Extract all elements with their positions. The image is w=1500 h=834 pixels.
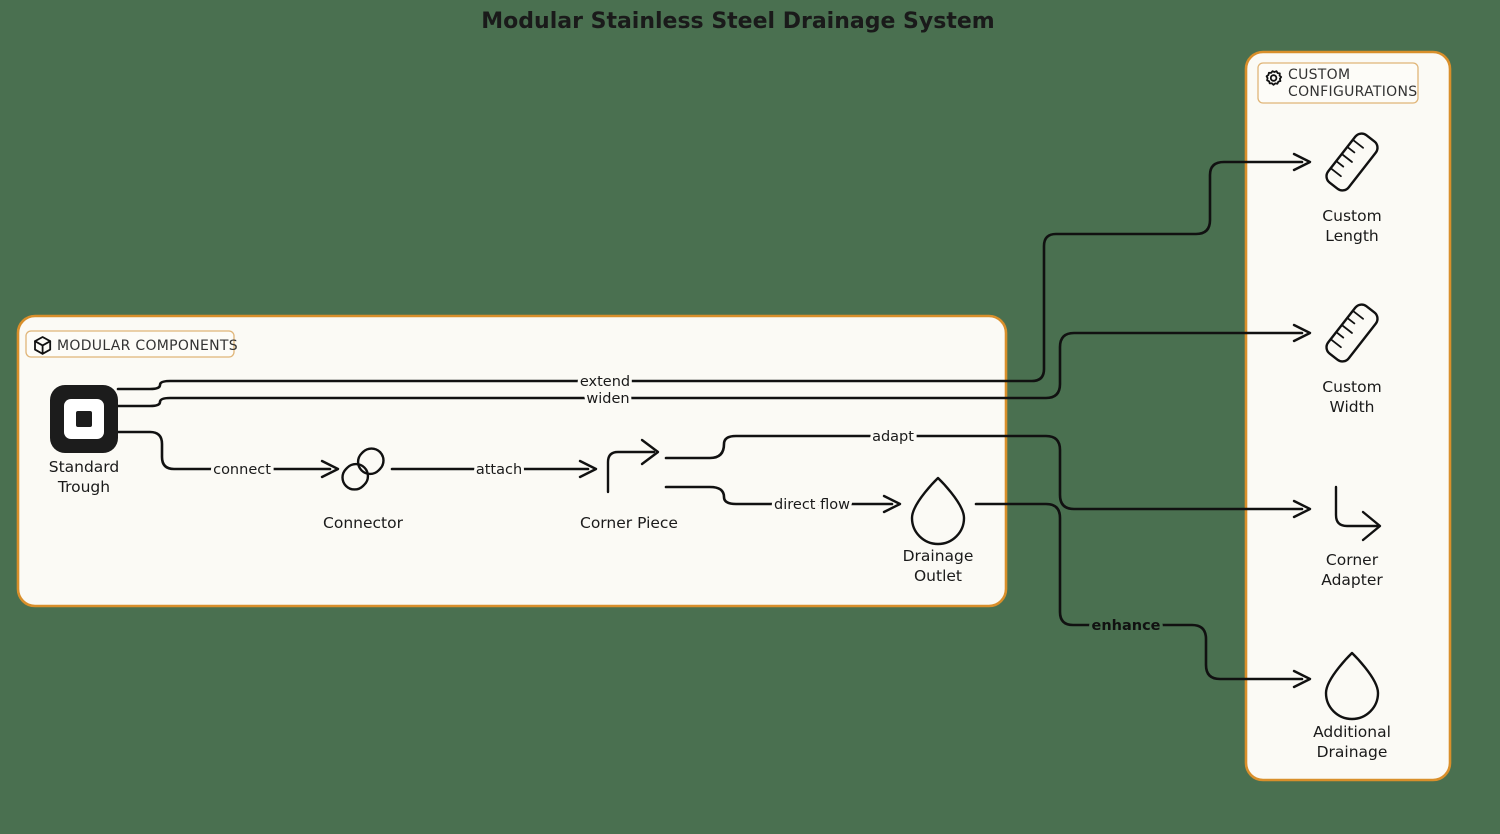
diagram-canvas: Modular Stainless Steel Drainage System … (0, 0, 1500, 834)
trough-square-icon (50, 385, 118, 453)
node-corner-adapter-label-line2: Adapter (1321, 571, 1383, 589)
edge-extend-label: extend (580, 374, 630, 390)
cluster-modular-components: MODULAR COMPONENTS (16, 314, 1008, 608)
node-connector-label-line1: Connector (323, 514, 404, 532)
node-corner-adapter-label-line1: Corner (1326, 551, 1379, 569)
edge-connect-label: connect (213, 462, 271, 478)
node-custom-width-label-line2: Width (1329, 398, 1374, 416)
node-custom-length-label-line2: Length (1325, 227, 1378, 245)
node-drainage-outlet-label-line1: Drainage (903, 547, 974, 565)
edge-enhance-label: enhance (1091, 618, 1160, 634)
node-standard-trough[interactable]: Standard Trough (49, 385, 120, 496)
node-drainage-outlet-label-line2: Outlet (914, 567, 962, 585)
node-standard-trough-label-line1: Standard (49, 458, 120, 476)
drainage-system-diagram: Modular Stainless Steel Drainage System … (16, 9, 1452, 782)
cluster-modular-components-box (16, 314, 1008, 608)
node-additional-drainage-label-line2: Drainage (1317, 743, 1388, 761)
node-corner-piece-label-line1: Corner Piece (580, 514, 678, 532)
node-additional-drainage-label-line1: Additional (1313, 723, 1391, 741)
edge-direct-flow-label: direct flow (774, 497, 850, 513)
cluster-custom-configurations-label-line1: CUSTOM (1288, 67, 1350, 83)
edge-attach-label: attach (476, 462, 522, 478)
page-title: Modular Stainless Steel Drainage System (481, 9, 994, 34)
edge-widen-label: widen (586, 391, 629, 407)
edge-adapt-label: adapt (872, 429, 914, 445)
node-custom-length-label-line1: Custom (1322, 207, 1381, 225)
cluster-custom-configurations-label-line2: CONFIGURATIONS (1288, 84, 1417, 100)
node-standard-trough-label-line2: Trough (57, 478, 110, 496)
node-custom-width-label-line1: Custom (1322, 378, 1381, 396)
cluster-modular-components-label: MODULAR COMPONENTS (57, 338, 238, 354)
